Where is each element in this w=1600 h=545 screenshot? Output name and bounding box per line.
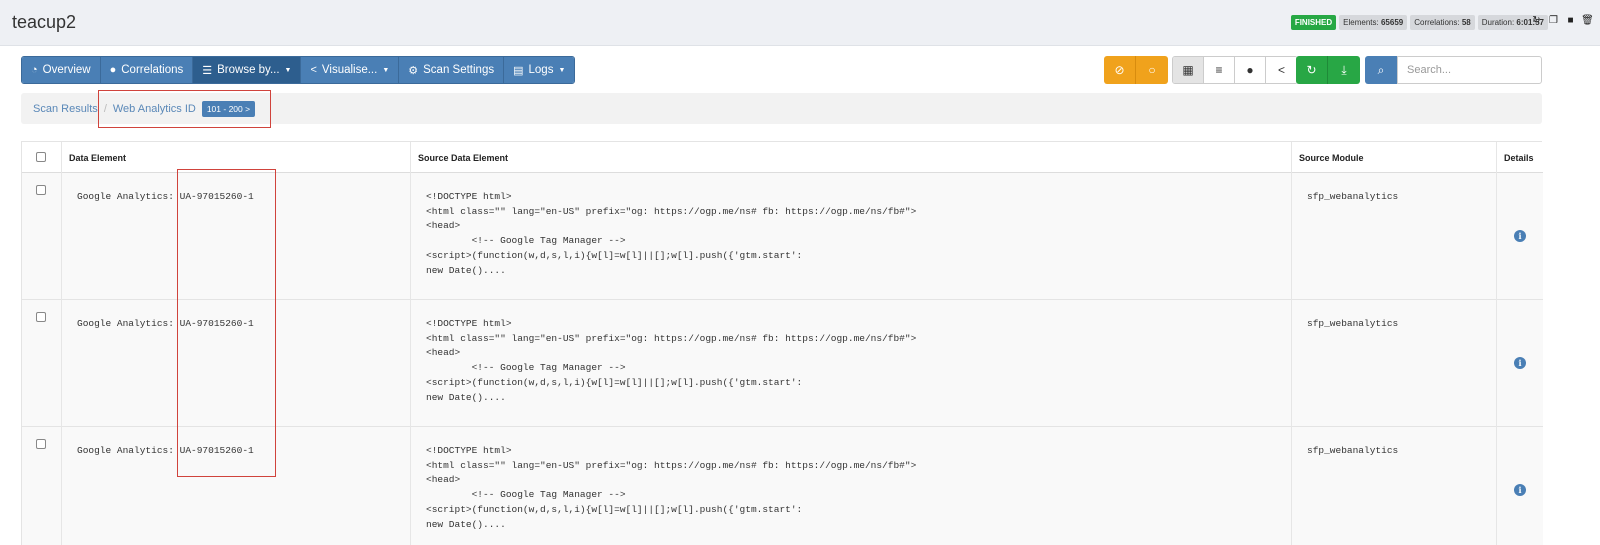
column-divider — [61, 142, 62, 545]
source-module-cell: sfp_webanalytics — [1307, 445, 1399, 456]
nav-visualise[interactable]: < Visualise... ▼ — [301, 57, 400, 83]
info-icon[interactable]: i — [1514, 357, 1526, 369]
download-button[interactable]: ⤓ — [1328, 56, 1360, 84]
refresh-icon[interactable]: ↻ — [1530, 14, 1543, 27]
scan-actions: ↻ ❐ ■ 🗑 — [1530, 14, 1594, 27]
caret-down-icon: ▼ — [558, 66, 566, 74]
page-range-badge[interactable]: 101 - 200 > — [201, 100, 256, 117]
table-header: Data Element Source Data Element Source … — [22, 142, 1543, 173]
clone-icon[interactable]: ❐ — [1547, 14, 1560, 27]
hide-false-positives-button[interactable]: ⊘ — [1104, 56, 1136, 84]
table-row: Google Analytics: UA-97015260-1 <!DOCTYP… — [22, 300, 1543, 427]
search-icon: ⌕ — [1377, 62, 1385, 77]
search-input[interactable] — [1397, 56, 1542, 84]
ban-icon: ⊘ — [1114, 63, 1125, 77]
stop-icon[interactable]: ■ — [1564, 14, 1577, 27]
elements-count: 65659 — [1380, 18, 1404, 27]
search-button[interactable]: ⌕ — [1365, 56, 1397, 84]
list-icon: ☰ — [202, 64, 213, 77]
nav-correlations-label: Correlations — [121, 64, 184, 76]
share-icon: < — [310, 64, 317, 76]
status-badges: FINISHED Elements: 65659 Correlations: 5… — [1290, 15, 1548, 30]
source-data-cell: <!DOCTYPE html> <html class="" lang="en-… — [426, 445, 917, 530]
nav-visualise-label: Visualise... — [321, 64, 378, 76]
nav-scan-settings[interactable]: ⚙ Scan Settings — [399, 57, 505, 83]
row-checkbox[interactable] — [36, 439, 46, 449]
trash-icon[interactable]: 🗑 — [1581, 14, 1594, 27]
comment-icon: ○ — [1148, 63, 1156, 77]
view-mode-group: ▦ ≡ ● < — [1172, 56, 1298, 84]
source-data-cell: <!DOCTYPE html> <html class="" lang="en-… — [426, 318, 917, 403]
status-badge: FINISHED — [1290, 15, 1337, 30]
breadcrumb-scan-results[interactable]: Scan Results — [33, 103, 98, 115]
col-data-element[interactable]: Data Element — [69, 153, 126, 163]
column-divider — [410, 142, 411, 545]
list-view-button[interactable]: ≡ — [1204, 57, 1235, 83]
breadcrumb-separator: / — [103, 102, 107, 115]
action-group: ↻ ⤓ — [1296, 56, 1360, 84]
nav-logs-label: Logs — [528, 64, 554, 76]
elements-badge: Elements: 65659 — [1339, 15, 1408, 30]
dashboard-icon: ◔ — [31, 64, 38, 76]
data-element-cell: Google Analytics: UA-97015260-1 — [77, 318, 254, 329]
share-view-button[interactable]: < — [1266, 57, 1297, 83]
share-icon: < — [1277, 63, 1285, 77]
book-icon: ▤ — [513, 64, 524, 77]
download-icon: ⤓ — [1341, 62, 1347, 77]
col-details: Details — [1504, 153, 1534, 163]
info-icon[interactable]: i — [1514, 484, 1526, 496]
filter-group: ⊘ ○ — [1104, 56, 1168, 84]
col-source-data-element[interactable]: Source Data Element — [418, 153, 508, 163]
duration-label: Duration: — [1481, 18, 1515, 27]
scan-nav: ◔ Overview ● Correlations ☰ Browse by...… — [21, 56, 576, 84]
source-module-cell: sfp_webanalytics — [1307, 318, 1399, 329]
refresh-button[interactable]: ↻ — [1296, 56, 1328, 84]
row-checkbox[interactable] — [36, 185, 46, 195]
source-module-cell: sfp_webanalytics — [1307, 191, 1399, 202]
list-icon: ≡ — [1215, 63, 1223, 77]
correlations-count: 58 — [1461, 18, 1471, 27]
data-element-cell: Google Analytics: UA-97015260-1 — [77, 191, 254, 202]
column-divider — [1496, 142, 1497, 545]
scan-title: teacup2 — [12, 12, 77, 32]
nav-scan-settings-label: Scan Settings — [423, 64, 495, 76]
correlations-badge: Correlations: 58 — [1410, 15, 1475, 30]
nav-browse[interactable]: ☰ Browse by... ▼ — [193, 57, 302, 83]
col-source-module[interactable]: Source Module — [1299, 153, 1364, 163]
results-table: Data Element Source Data Element Source … — [21, 141, 1543, 545]
grid-icon: ▦ — [1182, 63, 1194, 77]
breadcrumb-current: Web Analytics ID — [112, 102, 196, 115]
title-bar: teacup2 FINISHED Elements: 65659 Correla… — [0, 0, 1600, 46]
nav-browse-label: Browse by... — [217, 64, 280, 76]
correlations-label: Correlations: — [1414, 18, 1460, 27]
table-row: Google Analytics: UA-97015260-1 <!DOCTYP… — [22, 173, 1543, 300]
elements-label: Elements: — [1343, 18, 1379, 27]
grid-view-button[interactable]: ▦ — [1173, 57, 1204, 83]
select-all-checkbox[interactable] — [36, 152, 46, 162]
nav-overview-label: Overview — [42, 64, 91, 76]
exclamation-icon: ● — [109, 64, 117, 76]
gear-icon: ⚙ — [408, 64, 419, 77]
caret-down-icon: ▼ — [284, 66, 292, 74]
info-icon[interactable]: i — [1514, 230, 1526, 242]
data-element-cell: Google Analytics: UA-97015260-1 — [77, 445, 254, 456]
refresh-icon: ↻ — [1306, 63, 1317, 77]
source-data-cell: <!DOCTYPE html> <html class="" lang="en-… — [426, 191, 917, 276]
column-divider — [1291, 142, 1292, 545]
nav-overview[interactable]: ◔ Overview — [22, 57, 101, 83]
exclamation-icon: ● — [1246, 63, 1254, 77]
info-view-button[interactable]: ● — [1235, 57, 1266, 83]
nav-correlations[interactable]: ● Correlations — [100, 57, 194, 83]
table-row: Google Analytics: UA-97015260-1 <!DOCTYP… — [22, 427, 1543, 545]
row-checkbox[interactable] — [36, 312, 46, 322]
comment-button[interactable]: ○ — [1136, 56, 1168, 84]
nav-logs[interactable]: ▤ Logs ▼ — [504, 57, 575, 83]
breadcrumb: Scan Results / Web Analytics ID 101 - 20… — [21, 93, 1542, 124]
caret-down-icon: ▼ — [382, 66, 390, 74]
